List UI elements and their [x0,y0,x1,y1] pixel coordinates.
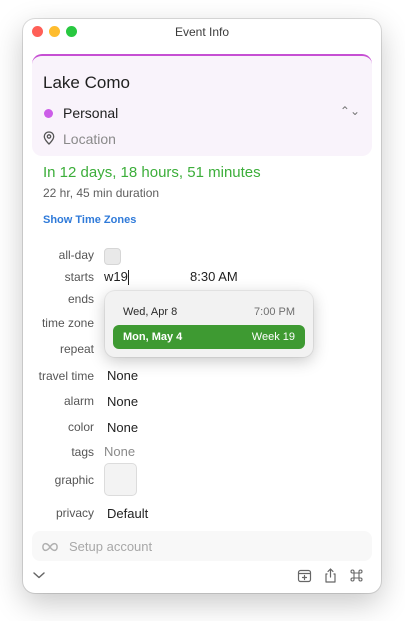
zoom-button[interactable] [66,26,77,37]
event-title[interactable]: Lake Como [43,73,130,93]
setup-account-row[interactable]: Setup account [32,531,372,561]
title-bar: Event Info [23,19,381,44]
date-suggestion[interactable]: Wed, Apr 8 7:00 PM [113,300,305,324]
graphic-label: graphic [54,473,94,487]
all-day-checkbox[interactable] [104,248,121,265]
close-button[interactable] [32,26,43,37]
event-header-card: Lake Como Personal ⌃⌄ Location [32,54,372,156]
repeat-label: repeat [59,342,94,356]
privacy-label: privacy [55,506,94,520]
all-day-label: all-day [58,248,94,262]
travel-time-value[interactable]: None [107,368,138,383]
location-pin-icon [43,131,55,150]
traffic-lights [32,26,77,37]
text-caret [128,270,129,285]
event-countdown: In 12 days, 18 hours, 51 minutes [43,164,261,181]
event-info-window: Event Info Lake Como Personal ⌃⌄ Locatio… [23,19,381,593]
ends-label: ends [67,292,94,306]
infinity-icon [42,539,58,557]
graphic-picker[interactable] [104,463,137,496]
bottom-toolbar [23,565,381,593]
command-icon[interactable] [349,568,364,588]
chevron-down-icon[interactable] [32,568,46,587]
tags-label: tags [71,445,94,459]
travel-time-label: travel time [38,369,94,383]
color-label: color [67,420,94,434]
location-field[interactable]: Location [63,131,116,147]
starts-label: starts [64,270,94,284]
privacy-value[interactable]: Default [107,506,148,521]
window-title: Event Info [174,24,230,39]
suggestion-info: 7:00 PM [254,306,295,318]
suggestion-date: Mon, May 4 [123,331,183,343]
calendar-name[interactable]: Personal [63,105,118,121]
date-suggestion-selected[interactable]: Mon, May 4 Week 19 [113,325,305,349]
color-value[interactable]: None [107,420,138,435]
alarm-label: alarm [63,394,94,408]
minimize-button[interactable] [49,26,60,37]
suggestion-date: Wed, Apr 8 [123,306,178,318]
event-duration: 22 hr, 45 min duration [43,186,160,200]
suggestion-info: Week 19 [251,331,295,343]
alarm-value[interactable]: None [107,394,138,409]
starts-time-field[interactable]: 8:30 AM [190,269,238,284]
share-icon[interactable] [323,568,338,588]
starts-date-input[interactable]: w19 [104,269,128,284]
calendar-color-dot [44,109,53,118]
chevron-up-down-icon[interactable]: ⌃⌄ [340,104,360,118]
tags-field[interactable]: None [104,444,135,459]
add-to-calendar-icon[interactable] [297,568,312,588]
setup-account-label: Setup account [69,539,153,554]
time-zone-label: time zone [41,316,94,330]
show-time-zones-link[interactable]: Show Time Zones [43,214,136,226]
date-suggestions-popup: Wed, Apr 8 7:00 PM Mon, May 4 Week 19 [105,291,313,357]
